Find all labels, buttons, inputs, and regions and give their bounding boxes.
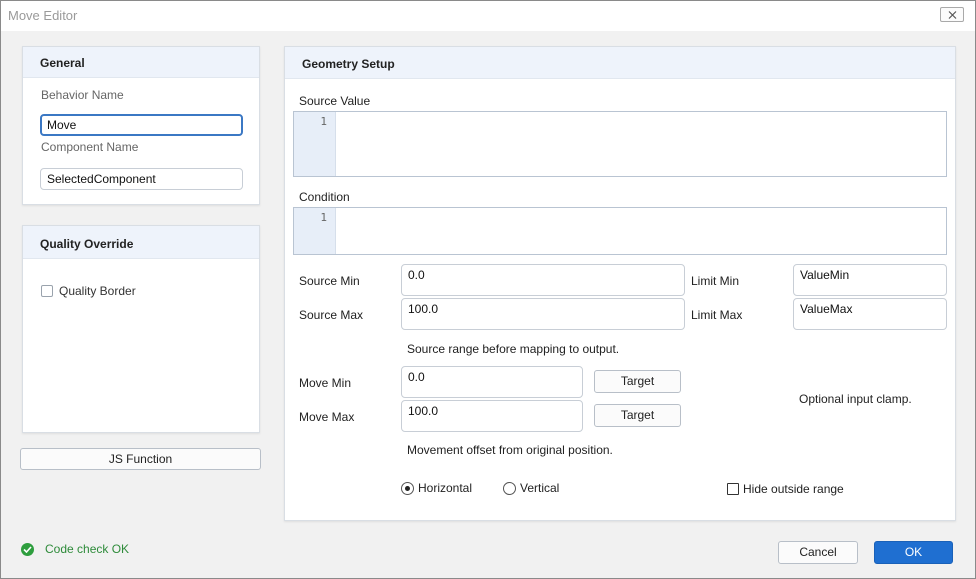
check-ok-icon (21, 543, 34, 556)
component-name-field[interactable]: SelectedComponent (40, 168, 243, 190)
source-min-field[interactable]: 0.0 (401, 264, 685, 296)
general-panel: General Behavior Name Move Component Nam… (22, 46, 260, 205)
limit-min-value: ValueMin (800, 268, 850, 282)
close-icon (948, 11, 957, 19)
move-min-target-button[interactable]: Target (594, 370, 681, 393)
move-max-field[interactable]: 100.0 (401, 400, 583, 432)
js-function-label: JS Function (108, 452, 173, 466)
js-function-button[interactable]: JS Function (20, 448, 261, 470)
close-button[interactable] (940, 7, 964, 22)
ok-label: OK (904, 545, 923, 559)
behavior-name-value: Move (47, 118, 77, 132)
move-min-field[interactable]: 0.0 (401, 366, 583, 398)
clamp-hint: Optional input clamp. (799, 392, 912, 406)
source-max-value: 100.0 (408, 302, 439, 316)
line-number: 1 (320, 115, 327, 128)
limit-min-field[interactable]: ValueMin (793, 264, 947, 296)
geometry-setup-header: Geometry Setup (285, 47, 955, 79)
component-name-value: SelectedComponent (47, 172, 156, 186)
limit-max-field[interactable]: ValueMax (793, 298, 947, 330)
source-min-value: 0.0 (408, 268, 425, 282)
move-max-target-button[interactable]: Target (594, 404, 681, 427)
window-title: Move Editor (8, 8, 78, 23)
limit-max-label: Limit Max (691, 308, 743, 322)
line-number-gutter: 1 (294, 208, 336, 254)
quality-border-label: Quality Border (59, 284, 136, 298)
move-max-value: 100.0 (408, 404, 439, 418)
target-label: Target (620, 374, 655, 388)
vertical-radio[interactable] (503, 482, 516, 495)
vertical-label: Vertical (520, 481, 560, 495)
general-header: General (23, 47, 259, 78)
geometry-setup-panel: Geometry Setup Source Value 1 Condition … (284, 46, 956, 521)
title-bar: Move Editor (1, 1, 975, 31)
source-max-label: Source Max (299, 308, 364, 322)
source-value-label: Source Value (299, 94, 371, 108)
quality-border-checkbox[interactable] (41, 285, 53, 297)
code-check-status: Code check OK (45, 542, 130, 556)
hide-outside-range-label: Hide outside range (743, 482, 844, 496)
source-max-field[interactable]: 100.0 (401, 298, 685, 330)
limit-max-value: ValueMax (800, 302, 853, 316)
movement-offset-hint: Movement offset from original position. (407, 443, 613, 457)
move-min-value: 0.0 (408, 370, 425, 384)
geometry-setup-header-label: Geometry Setup (302, 57, 395, 71)
behavior-name-field[interactable]: Move (40, 114, 243, 136)
source-value-editor[interactable]: 1 (293, 111, 947, 177)
quality-override-header: Quality Override (23, 226, 259, 259)
behavior-name-label: Behavior Name (41, 88, 124, 102)
move-min-label: Move Min (299, 376, 352, 390)
hide-outside-range-checkbox[interactable] (727, 483, 739, 495)
condition-editor[interactable]: 1 (293, 207, 947, 255)
line-number-gutter: 1 (294, 112, 336, 176)
move-editor-dialog: Move Editor General Behavior Name Move C… (0, 0, 976, 579)
target-label: Target (620, 408, 655, 422)
general-header-label: General (40, 56, 85, 70)
component-name-label: Component Name (41, 140, 139, 154)
cancel-label: Cancel (799, 545, 837, 559)
condition-label: Condition (299, 190, 350, 204)
source-min-label: Source Min (299, 274, 360, 288)
cancel-button[interactable]: Cancel (778, 541, 858, 564)
limit-min-label: Limit Min (691, 274, 740, 288)
line-number: 1 (320, 211, 327, 224)
ok-button[interactable]: OK (874, 541, 953, 564)
horizontal-radio[interactable] (401, 482, 414, 495)
quality-override-panel: Quality Override Quality Border (22, 225, 260, 433)
horizontal-label: Horizontal (418, 481, 473, 495)
quality-override-header-label: Quality Override (40, 237, 134, 251)
source-range-hint: Source range before mapping to output. (407, 342, 620, 356)
move-max-label: Move Max (299, 410, 355, 424)
